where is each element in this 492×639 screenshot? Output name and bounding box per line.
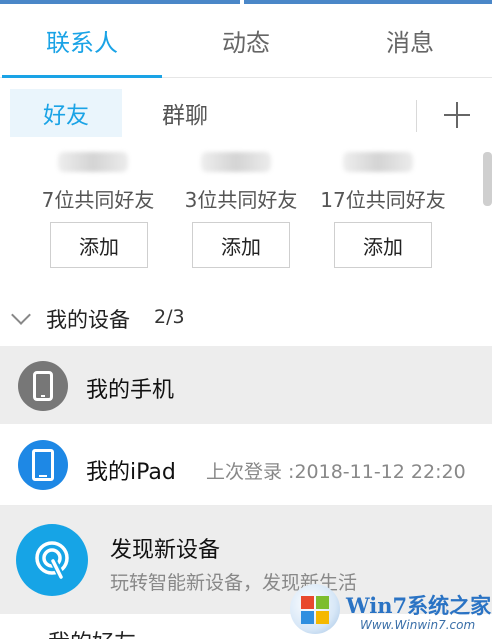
mutual-friends-count: 17位共同好友	[320, 188, 446, 212]
mutual-friends-count: 7位共同好友	[41, 188, 155, 212]
section-count: 2/3	[154, 306, 185, 328]
device-row-phone[interactable]: 我的手机	[0, 346, 492, 424]
watermark-url: Www.Winwin7.com	[360, 618, 476, 632]
add-friend-button-3[interactable]: 添加	[334, 222, 432, 268]
watermark: Win7系统之家 Www.Winwin7.com	[290, 584, 492, 639]
blurred-name	[201, 152, 271, 172]
last-login-text: 上次登录 :2018-11-12 22:20	[206, 461, 466, 483]
main-tabs: 联系人 动态 消息	[0, 4, 492, 78]
chevron-down-icon	[11, 305, 31, 325]
tablet-icon	[18, 440, 68, 490]
device-name: 我的iPad	[86, 460, 176, 485]
signal-icon	[16, 524, 88, 596]
friend-suggestion-3: 17位共同好友 添加	[313, 150, 453, 270]
device-row-ipad[interactable]: 我的iPad 上次登录 :2018-11-12 22:20	[0, 424, 492, 506]
device-name: 发现新设备	[110, 538, 221, 563]
watermark-title: Win7系统之家	[346, 593, 492, 618]
blurred-name	[343, 152, 413, 172]
my-devices-header[interactable]: 我的设备 2/3	[0, 296, 492, 340]
section-title: 我的设备	[46, 308, 130, 332]
my-friends-section-label[interactable]: 我的好友	[48, 622, 188, 639]
subtab-divider	[416, 100, 417, 132]
subtab-friends[interactable]: 好友	[10, 89, 122, 137]
blurred-name	[58, 152, 128, 172]
scrollbar-thumb[interactable]	[483, 152, 492, 206]
windows-logo-icon	[290, 584, 340, 634]
tab-messages[interactable]: 消息	[328, 4, 492, 77]
contact-subtabs: 好友 群聊	[0, 78, 492, 148]
add-friend-button-1[interactable]: 添加	[50, 222, 148, 268]
plus-icon[interactable]	[440, 98, 474, 132]
friend-suggestion-1: 7位共同好友 添加	[28, 150, 168, 270]
device-name: 我的手机	[86, 378, 175, 403]
add-friend-button-2[interactable]: 添加	[192, 222, 290, 268]
tab-contacts[interactable]: 联系人	[0, 4, 164, 78]
mutual-friends-count: 3位共同好友	[184, 188, 298, 212]
phone-icon	[18, 361, 68, 411]
friend-suggestion-2: 3位共同好友 添加	[171, 150, 311, 270]
subtab-groups[interactable]: 群聊	[122, 89, 248, 137]
tab-updates[interactable]: 动态	[164, 4, 328, 77]
